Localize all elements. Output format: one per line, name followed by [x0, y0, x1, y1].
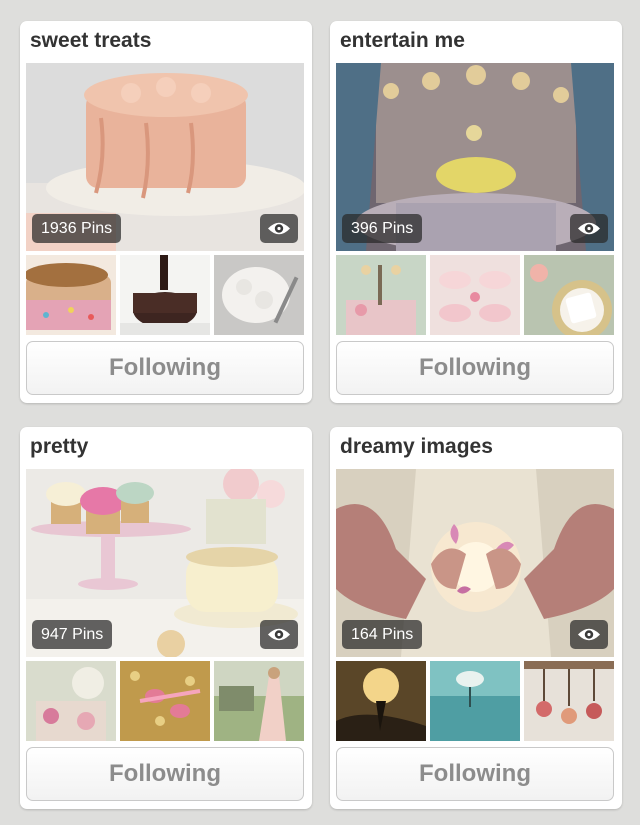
following-button[interactable]: Following [336, 747, 614, 801]
board-thumbnail[interactable] [120, 661, 210, 741]
board-title[interactable]: dreamy images [340, 435, 493, 459]
thumbnail-strip [336, 661, 614, 741]
board-thumbnail[interactable] [120, 255, 210, 335]
board-thumbnail[interactable] [26, 661, 116, 741]
board-cover-image[interactable]: 1936 Pins [26, 63, 304, 251]
pin-count-badge: 396 Pins [342, 214, 423, 243]
thumbnail-strip [26, 661, 304, 741]
eye-icon [268, 628, 290, 641]
board-title[interactable]: sweet treats [30, 29, 151, 53]
board-thumbnail[interactable] [336, 255, 426, 335]
board-card-sweet-treats[interactable]: sweet treats 1936 Pins Following [20, 21, 312, 403]
board-thumbnail[interactable] [336, 661, 426, 741]
preview-button[interactable] [570, 620, 608, 649]
eye-icon [578, 222, 600, 235]
board-thumbnail[interactable] [430, 661, 520, 741]
board-thumbnail[interactable] [524, 661, 614, 741]
board-thumbnail[interactable] [26, 255, 116, 335]
board-card-entertain-me[interactable]: entertain me 396 Pins Following [330, 21, 622, 403]
board-cover-image[interactable]: 947 Pins [26, 469, 304, 657]
thumbnail-strip [26, 255, 304, 335]
thumbnail-strip [336, 255, 614, 335]
board-thumbnail[interactable] [214, 661, 304, 741]
board-title[interactable]: entertain me [340, 29, 465, 53]
board-thumbnail[interactable] [524, 255, 614, 335]
following-button[interactable]: Following [26, 747, 304, 801]
eye-icon [578, 628, 600, 641]
preview-button[interactable] [570, 214, 608, 243]
board-title[interactable]: pretty [30, 435, 88, 459]
board-card-pretty[interactable]: pretty 947 Pins Following [20, 427, 312, 809]
board-thumbnail[interactable] [430, 255, 520, 335]
pin-count-badge: 1936 Pins [32, 214, 122, 243]
preview-button[interactable] [260, 214, 298, 243]
pin-count-badge: 164 Pins [342, 620, 423, 649]
board-thumbnail[interactable] [214, 255, 304, 335]
eye-icon [268, 222, 290, 235]
board-cover-image[interactable]: 164 Pins [336, 469, 614, 657]
board-cover-image[interactable]: 396 Pins [336, 63, 614, 251]
pin-count-badge: 947 Pins [32, 620, 113, 649]
following-button[interactable]: Following [336, 341, 614, 395]
board-card-dreamy-images[interactable]: dreamy images 164 Pins Following [330, 427, 622, 809]
preview-button[interactable] [260, 620, 298, 649]
following-button[interactable]: Following [26, 341, 304, 395]
